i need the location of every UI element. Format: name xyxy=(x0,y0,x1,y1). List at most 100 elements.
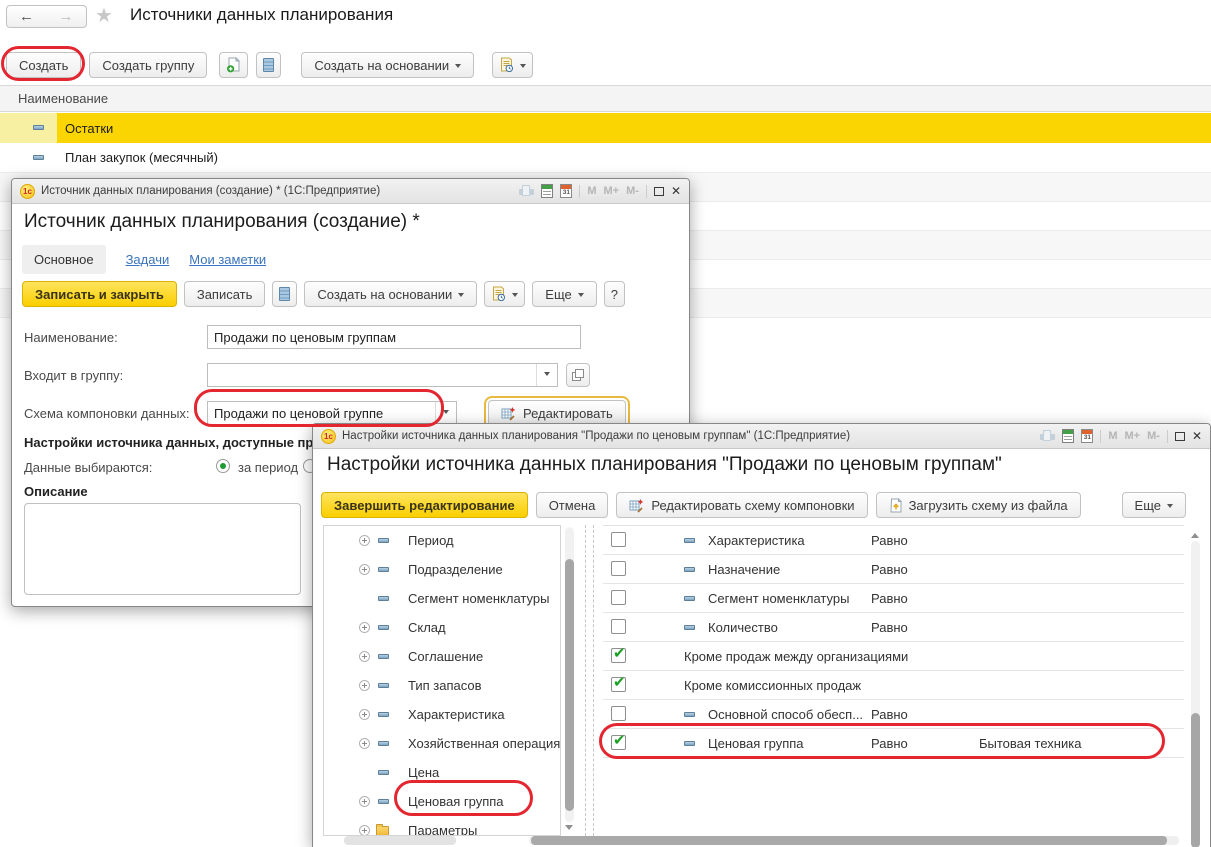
cancel-button[interactable]: Отмена xyxy=(536,492,609,518)
condition-checkbox[interactable] xyxy=(611,590,626,605)
list-item[interactable]: Остатки xyxy=(0,113,1211,143)
scrollbar-thumb[interactable] xyxy=(565,559,574,811)
condition-row[interactable]: ХарактеристикаРавно xyxy=(603,526,1184,555)
forward-button[interactable]: → xyxy=(46,5,87,28)
scroll-up-arrow-icon[interactable] xyxy=(1191,529,1199,538)
help-button[interactable]: ? xyxy=(604,281,625,307)
save-button[interactable]: Записать xyxy=(184,281,266,307)
tree-item[interactable]: Цена xyxy=(324,758,560,787)
expand-icon[interactable] xyxy=(359,564,370,575)
list-column-header[interactable]: Наименование xyxy=(0,85,1211,112)
copy-item-button[interactable] xyxy=(219,52,248,78)
print-icon[interactable] xyxy=(1040,430,1055,442)
radio-for-period[interactable] xyxy=(216,459,230,473)
expand-icon[interactable] xyxy=(359,680,370,691)
group-input[interactable] xyxy=(208,364,536,386)
close-icon[interactable]: ✕ xyxy=(1192,430,1202,442)
more-button[interactable]: Еще xyxy=(532,281,596,307)
save-and-close-button[interactable]: Записать и закрыть xyxy=(22,281,177,307)
edit-composition-schema-button[interactable]: Редактировать схему компоновки xyxy=(616,492,867,518)
memory-button[interactable]: M xyxy=(1108,430,1117,442)
description-textarea[interactable] xyxy=(24,503,301,595)
group-open-button[interactable] xyxy=(566,363,590,387)
expand-icon[interactable] xyxy=(359,622,370,633)
tree-item[interactable]: Сегмент номенклатуры xyxy=(324,584,560,613)
tree-vertical-scrollbar[interactable] xyxy=(563,525,576,836)
create-based-on-button[interactable]: Создать на основании xyxy=(304,281,477,307)
scrollbar-thumb[interactable] xyxy=(1191,713,1200,847)
close-icon[interactable]: ✕ xyxy=(671,185,681,197)
expand-icon[interactable] xyxy=(359,651,370,662)
condition-checkbox[interactable] xyxy=(611,561,626,576)
tab-main[interactable]: Основное xyxy=(22,245,106,274)
calculator-icon[interactable] xyxy=(541,184,553,198)
back-button[interactable]: ← xyxy=(6,5,47,28)
calendar-icon[interactable]: 31 xyxy=(560,184,572,198)
condition-checkbox[interactable] xyxy=(611,532,626,547)
related-list-button[interactable] xyxy=(256,52,281,78)
group-dropdown-button[interactable] xyxy=(536,364,557,386)
condition-row[interactable]: КоличествоРавно xyxy=(603,613,1184,642)
condition-row[interactable]: Основной способ обесп...Равно xyxy=(603,700,1184,729)
conditions-vertical-scrollbar[interactable] xyxy=(1189,525,1202,847)
maximize-icon[interactable] xyxy=(1175,432,1185,441)
memory-minus-button[interactable]: M- xyxy=(1147,430,1160,442)
conditions-horizontal-scrollbar[interactable] xyxy=(529,836,1179,845)
tree-item[interactable]: Подразделение xyxy=(324,555,560,584)
schema-input[interactable] xyxy=(208,402,435,424)
condition-row[interactable]: НазначениеРавно xyxy=(603,555,1184,584)
name-input[interactable] xyxy=(208,326,580,348)
calendar-icon[interactable]: 31 xyxy=(1081,429,1093,443)
scrollbar-thumb[interactable] xyxy=(531,836,1167,845)
tree-item[interactable]: Характеристика xyxy=(324,700,560,729)
tab-tasks[interactable]: Задачи xyxy=(126,252,170,267)
window-titlebar[interactable]: 1с Настройки источника данных планирован… xyxy=(313,424,1210,449)
memory-button[interactable]: M xyxy=(587,185,596,197)
panel-splitter[interactable] xyxy=(585,525,586,836)
create-group-button[interactable]: Создать группу xyxy=(89,52,207,78)
condition-row[interactable]: Кроме комиссионных продаж xyxy=(603,671,1184,700)
tree-item[interactable]: Склад xyxy=(324,613,560,642)
schema-dropdown-button[interactable] xyxy=(435,402,456,424)
memory-plus-button[interactable]: M+ xyxy=(604,185,620,197)
create-button[interactable]: Создать xyxy=(6,52,81,78)
expand-icon[interactable] xyxy=(359,535,370,546)
condition-checkbox[interactable] xyxy=(611,735,626,750)
calculator-icon[interactable] xyxy=(1062,429,1074,443)
list-item[interactable]: План закупок (месячный) xyxy=(0,143,1211,173)
condition-row[interactable]: Ценовая группаРавноБытовая техника xyxy=(603,729,1184,758)
expand-icon[interactable] xyxy=(359,709,370,720)
condition-checkbox[interactable] xyxy=(611,677,626,692)
expand-icon[interactable] xyxy=(359,796,370,807)
favorite-star-icon[interactable]: ★ xyxy=(95,3,113,28)
related-list-button[interactable] xyxy=(272,281,297,307)
report-dropdown-button[interactable] xyxy=(492,52,533,78)
tree-item[interactable]: Ценовая группа xyxy=(324,787,560,816)
tree-item[interactable]: Тип запасов xyxy=(324,671,560,700)
memory-minus-button[interactable]: M- xyxy=(626,185,639,197)
tree-horizontal-scrollbar[interactable] xyxy=(344,836,456,845)
memory-plus-button[interactable]: M+ xyxy=(1125,430,1141,442)
tab-my-notes[interactable]: Мои заметки xyxy=(189,252,266,267)
report-dropdown-button[interactable] xyxy=(484,281,525,307)
maximize-icon[interactable] xyxy=(654,187,664,196)
load-schema-from-file-button[interactable]: Загрузить схему из файла xyxy=(876,492,1081,518)
create-based-on-button[interactable]: Создать на основании xyxy=(301,52,474,78)
tree-item[interactable]: Хозяйственная операция xyxy=(324,729,560,758)
panel-splitter[interactable] xyxy=(593,525,594,836)
finish-editing-button[interactable]: Завершить редактирование xyxy=(321,492,528,518)
expand-icon[interactable] xyxy=(359,825,370,836)
tree-item[interactable]: Соглашение xyxy=(324,642,560,671)
condition-checkbox[interactable] xyxy=(611,706,626,721)
tree-item[interactable]: Период xyxy=(324,526,560,555)
condition-checkbox[interactable] xyxy=(611,648,626,663)
condition-row[interactable]: Кроме продаж между организациями xyxy=(603,642,1184,671)
condition-checkbox[interactable] xyxy=(611,619,626,634)
more-button[interactable]: Еще xyxy=(1122,492,1186,518)
tree-item[interactable]: Параметры xyxy=(324,816,560,836)
condition-row[interactable]: Сегмент номенклатурыРавно xyxy=(603,584,1184,613)
expand-icon[interactable] xyxy=(359,738,370,749)
print-icon[interactable] xyxy=(519,185,534,197)
scroll-down-arrow-icon[interactable] xyxy=(565,825,573,834)
window-titlebar[interactable]: 1с Источник данных планирования (создани… xyxy=(12,179,689,204)
